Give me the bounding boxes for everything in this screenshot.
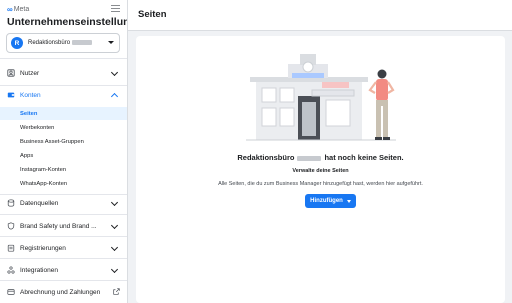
chevron-down-icon	[110, 221, 119, 230]
nav-label: Nutzer	[20, 69, 40, 77]
nav-label: Registrierungen	[20, 244, 66, 252]
caret-down-icon	[346, 199, 351, 203]
page-title: Seiten	[138, 9, 167, 20]
nav-label: Datenquellen	[20, 199, 59, 207]
chevron-down-icon	[110, 265, 119, 274]
caret-down-icon	[108, 41, 114, 44]
empty-state-description: Alle Seiten, die du zum Business Manager…	[218, 181, 423, 187]
redacted-text	[72, 39, 93, 45]
divider	[0, 194, 127, 195]
nav-label: Integrationen	[20, 266, 58, 274]
card-icon	[7, 289, 15, 295]
subnav-apps[interactable]: Apps	[0, 149, 127, 162]
add-button-label: Hinzufügen	[310, 198, 343, 204]
app-title: Unternehmenseinstellungen	[7, 16, 127, 28]
empty-state-subtitle: Verwalte deine Seiten	[292, 168, 349, 174]
meta-infinity-icon: ∞	[7, 4, 13, 14]
subnav-seiten[interactable]: Seiten	[0, 107, 127, 120]
external-link-icon	[113, 288, 120, 295]
add-button[interactable]: Hinzufügen	[305, 194, 356, 208]
brand-name: Meta	[13, 5, 30, 13]
account-name: Redaktionsbüro	[28, 39, 93, 46]
subnav-business-asset-gruppen[interactable]: Business Asset-Gruppen	[0, 135, 127, 148]
redacted-text	[297, 155, 322, 161]
nav-nutzer[interactable]: Nutzer	[0, 66, 127, 80]
empty-state-title: Redaktionsbüro hat noch keine Seiten.	[237, 153, 404, 162]
sidebar: ∞ Meta Unternehmenseinstellungen R Redak…	[0, 0, 128, 303]
nav-label: Brand Safety und Brand ...	[20, 222, 97, 230]
subnav-instagram-konten[interactable]: Instagram-Konten	[0, 163, 127, 176]
divider	[0, 214, 127, 215]
divider	[0, 258, 127, 259]
divider	[0, 85, 127, 86]
account-selector[interactable]: R Redaktionsbüro	[6, 33, 120, 53]
nav-konten[interactable]: Konten	[0, 88, 127, 102]
wallet-icon	[7, 92, 15, 98]
account-avatar: R	[11, 37, 23, 49]
shield-icon	[7, 222, 15, 230]
top-bar: Seiten	[128, 0, 512, 31]
nav-label: Abrechnung und Zahlungen	[20, 288, 101, 296]
divider	[0, 280, 127, 281]
integrations-icon	[7, 266, 15, 274]
divider	[0, 236, 127, 237]
storefront-illustration	[246, 54, 396, 141]
meta-logo: ∞ Meta	[7, 4, 29, 14]
users-icon	[7, 69, 15, 77]
hamburger-menu-icon[interactable]	[111, 5, 120, 12]
nav-label: Konten	[20, 91, 41, 99]
subnav-whatsapp-konten[interactable]: WhatsApp-Konten	[0, 177, 127, 190]
nav-brand-safety[interactable]: Brand Safety und Brand ...	[0, 219, 127, 233]
nav-integrationen[interactable]: Integrationen	[0, 263, 127, 277]
nav-abrechnung[interactable]: Abrechnung und Zahlungen	[0, 285, 127, 299]
data-sources-icon	[7, 199, 15, 207]
nav-datenquellen[interactable]: Datenquellen	[0, 196, 127, 210]
divider	[0, 58, 127, 59]
chevron-down-icon	[110, 198, 119, 207]
chevron-up-icon	[110, 92, 119, 101]
chevron-down-icon	[110, 243, 119, 252]
nav-registrierungen[interactable]: Registrierungen	[0, 241, 127, 255]
subnav-werbekonten[interactable]: Werbekonten	[0, 121, 127, 134]
clipboard-icon	[7, 244, 15, 252]
content-card: Redaktionsbüro hat noch keine Seiten. Ver…	[136, 36, 505, 303]
chevron-down-icon	[110, 68, 119, 77]
